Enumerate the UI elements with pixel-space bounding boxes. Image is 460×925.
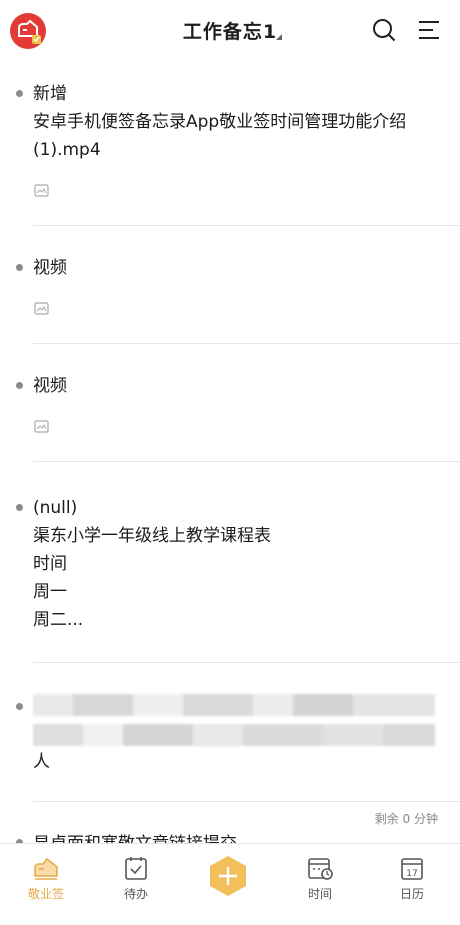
divider bbox=[33, 801, 460, 802]
tab-label: 待办 bbox=[123, 887, 148, 901]
note-item[interactable]: 人 bbox=[0, 690, 460, 802]
title-dropdown-caret-icon[interactable] bbox=[276, 34, 282, 40]
add-note-button[interactable] bbox=[206, 854, 250, 898]
bullet-dot bbox=[16, 504, 23, 511]
note-item[interactable]: 新增 安卓手机便签备忘录App敬业签时间管理功能介绍 (1).mp4 bbox=[0, 80, 460, 226]
note-line: 视频 bbox=[33, 376, 67, 396]
tab-time[interactable]: 时间 bbox=[274, 844, 366, 925]
tab-label: 敬业签 bbox=[27, 887, 64, 901]
divider bbox=[33, 662, 460, 663]
svg-text:17: 17 bbox=[406, 869, 417, 879]
attachment-icon[interactable] bbox=[34, 302, 49, 315]
note-line: 渠东小学一年级线上教学课程表 bbox=[33, 526, 271, 546]
note-line: 周二... bbox=[33, 610, 84, 630]
note-line: 时间 bbox=[33, 554, 67, 574]
divider bbox=[33, 343, 460, 344]
note-item[interactable]: (null) 渠东小学一年级线上教学课程表 时间 周一 周二... bbox=[0, 494, 460, 664]
note-line: 视频 bbox=[33, 258, 67, 278]
note-line: 新增 bbox=[33, 84, 67, 104]
note-line: (1).mp4 bbox=[33, 140, 101, 160]
bullet-dot bbox=[16, 90, 23, 97]
bullet-dot bbox=[16, 264, 23, 271]
search-icon[interactable] bbox=[371, 17, 397, 43]
note-line: 人 bbox=[33, 752, 50, 772]
note-item[interactable]: 视频 bbox=[0, 372, 460, 462]
note-line: 安卓手机便签备忘录App敬业签时间管理功能介绍 bbox=[33, 112, 407, 132]
tab-jingyeqian[interactable]: 敬业签 bbox=[0, 844, 92, 925]
attachment-icon[interactable] bbox=[34, 184, 49, 197]
tab-todo[interactable]: 待办 bbox=[90, 844, 182, 925]
app-header: 工作备忘1 bbox=[0, 0, 460, 62]
divider bbox=[33, 461, 460, 462]
note-line: 周一 bbox=[33, 582, 67, 602]
menu-icon[interactable] bbox=[416, 17, 442, 43]
attachment-icon[interactable] bbox=[34, 420, 49, 433]
tab-label: 时间 bbox=[307, 887, 332, 901]
bullet-dot bbox=[16, 703, 23, 710]
divider bbox=[33, 225, 460, 226]
note-item[interactable]: 视频 bbox=[0, 254, 460, 344]
page-title[interactable]: 工作备忘1 bbox=[183, 21, 277, 43]
bullet-dot bbox=[16, 382, 23, 389]
tab-label: 日历 bbox=[399, 887, 424, 901]
bottom-tab-bar: 敬业签 待办 时间 17 日历 bbox=[0, 843, 460, 925]
calendar-check-icon bbox=[125, 857, 147, 880]
calendar-clock-icon bbox=[308, 858, 333, 880]
cloud-logo-icon bbox=[34, 857, 58, 880]
blurred-content bbox=[33, 694, 435, 716]
calendar-17-icon: 17 bbox=[401, 858, 423, 880]
tab-calendar[interactable]: 17 日历 bbox=[366, 844, 458, 925]
remaining-time-text: 剩余 0 分钟 bbox=[374, 812, 438, 826]
blurred-content bbox=[33, 724, 435, 746]
note-line: (null) bbox=[33, 498, 78, 518]
